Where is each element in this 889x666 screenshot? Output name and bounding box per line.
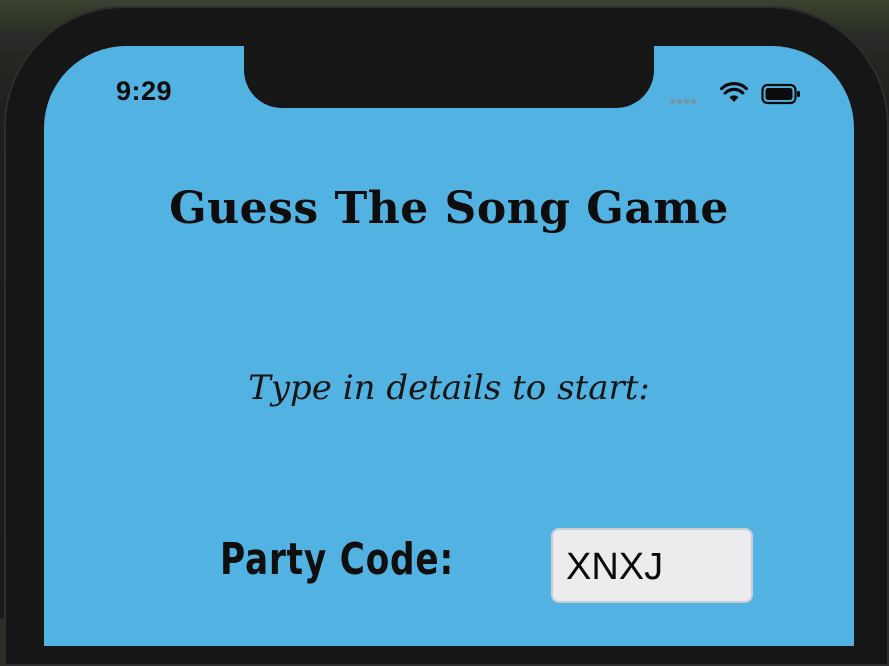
instruction-text: Type in details to start: (248, 368, 650, 408)
page-title: Guess The Song Game (169, 183, 729, 234)
phone-notch (244, 46, 654, 108)
phone-frame: 9:29 Guess The Song Game Type in details… (4, 6, 889, 666)
signal-dots-icon (670, 99, 696, 104)
party-code-label: Party Code: (220, 534, 454, 585)
battery-icon (761, 83, 800, 105)
wifi-icon (720, 82, 748, 102)
party-code-input[interactable]: XNXJ (551, 528, 753, 603)
status-bar-time: 9:29 (116, 76, 173, 106)
app-screen: 9:29 Guess The Song Game Type in details… (44, 46, 854, 646)
